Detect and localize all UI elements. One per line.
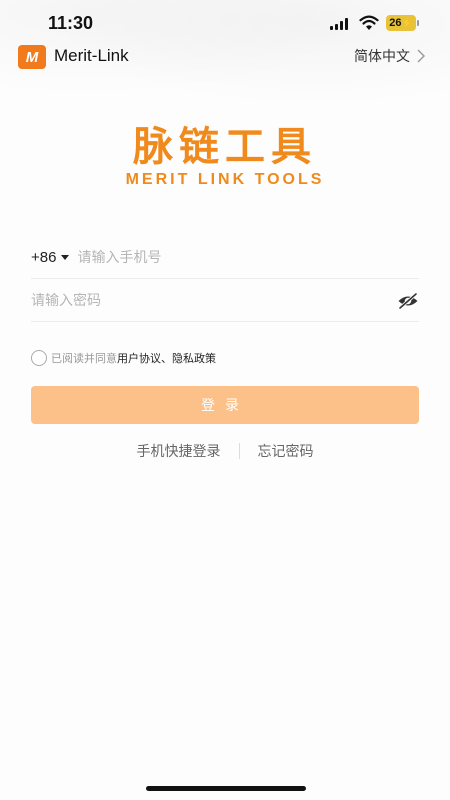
password-input[interactable] [31, 285, 397, 316]
login-button[interactable]: 登录 [31, 386, 419, 424]
language-label: 简体中文 [354, 49, 410, 65]
quick-login-link[interactable]: 手机快捷登录 [119, 441, 239, 461]
app-logo: M [18, 45, 46, 69]
chevron-right-icon [417, 49, 425, 63]
app-name: Merit-Link [54, 46, 129, 65]
forgot-password-link[interactable]: 忘记密码 [240, 441, 332, 461]
signal-icon [330, 17, 352, 30]
agreement-prefix: 已阅读并同意 [51, 352, 117, 365]
phone-input[interactable] [77, 242, 419, 273]
country-code-selector[interactable]: +86 [31, 249, 70, 266]
country-code-label: +86 [31, 249, 57, 266]
battery-level: 26 [389, 17, 402, 29]
agreement-checkbox[interactable] [31, 350, 47, 366]
app-header: M Merit-Link 简体中文 [0, 42, 450, 72]
eye-off-icon[interactable] [397, 292, 419, 310]
battery-icon: 26 ⚡ [386, 15, 419, 31]
phone-row: +86 [31, 237, 419, 279]
home-indicator [146, 786, 306, 791]
status-bar: 11:30 26 ⚡ [0, 0, 450, 46]
caret-down-icon [61, 255, 70, 260]
password-row [31, 280, 419, 322]
agreement-separator: 、 [161, 352, 172, 365]
privacy-policy-link[interactable]: 隐私政策 [172, 350, 216, 366]
brand-logo: 脉链工具 MERIT LINK TOOLS [0, 125, 450, 189]
language-switch[interactable]: 简体中文 [354, 46, 426, 66]
brand-name-cn: 脉链工具 [133, 124, 317, 170]
status-time: 11:30 [48, 13, 94, 33]
agreement: 已阅读并同意 用户协议 、 隐私政策 [31, 350, 216, 366]
wifi-icon [359, 15, 379, 30]
brand-name-en: MERIT LINK TOOLS [125, 171, 325, 188]
user-agreement-link[interactable]: 用户协议 [117, 350, 161, 366]
alt-actions: 手机快捷登录 忘记密码 [0, 440, 450, 462]
